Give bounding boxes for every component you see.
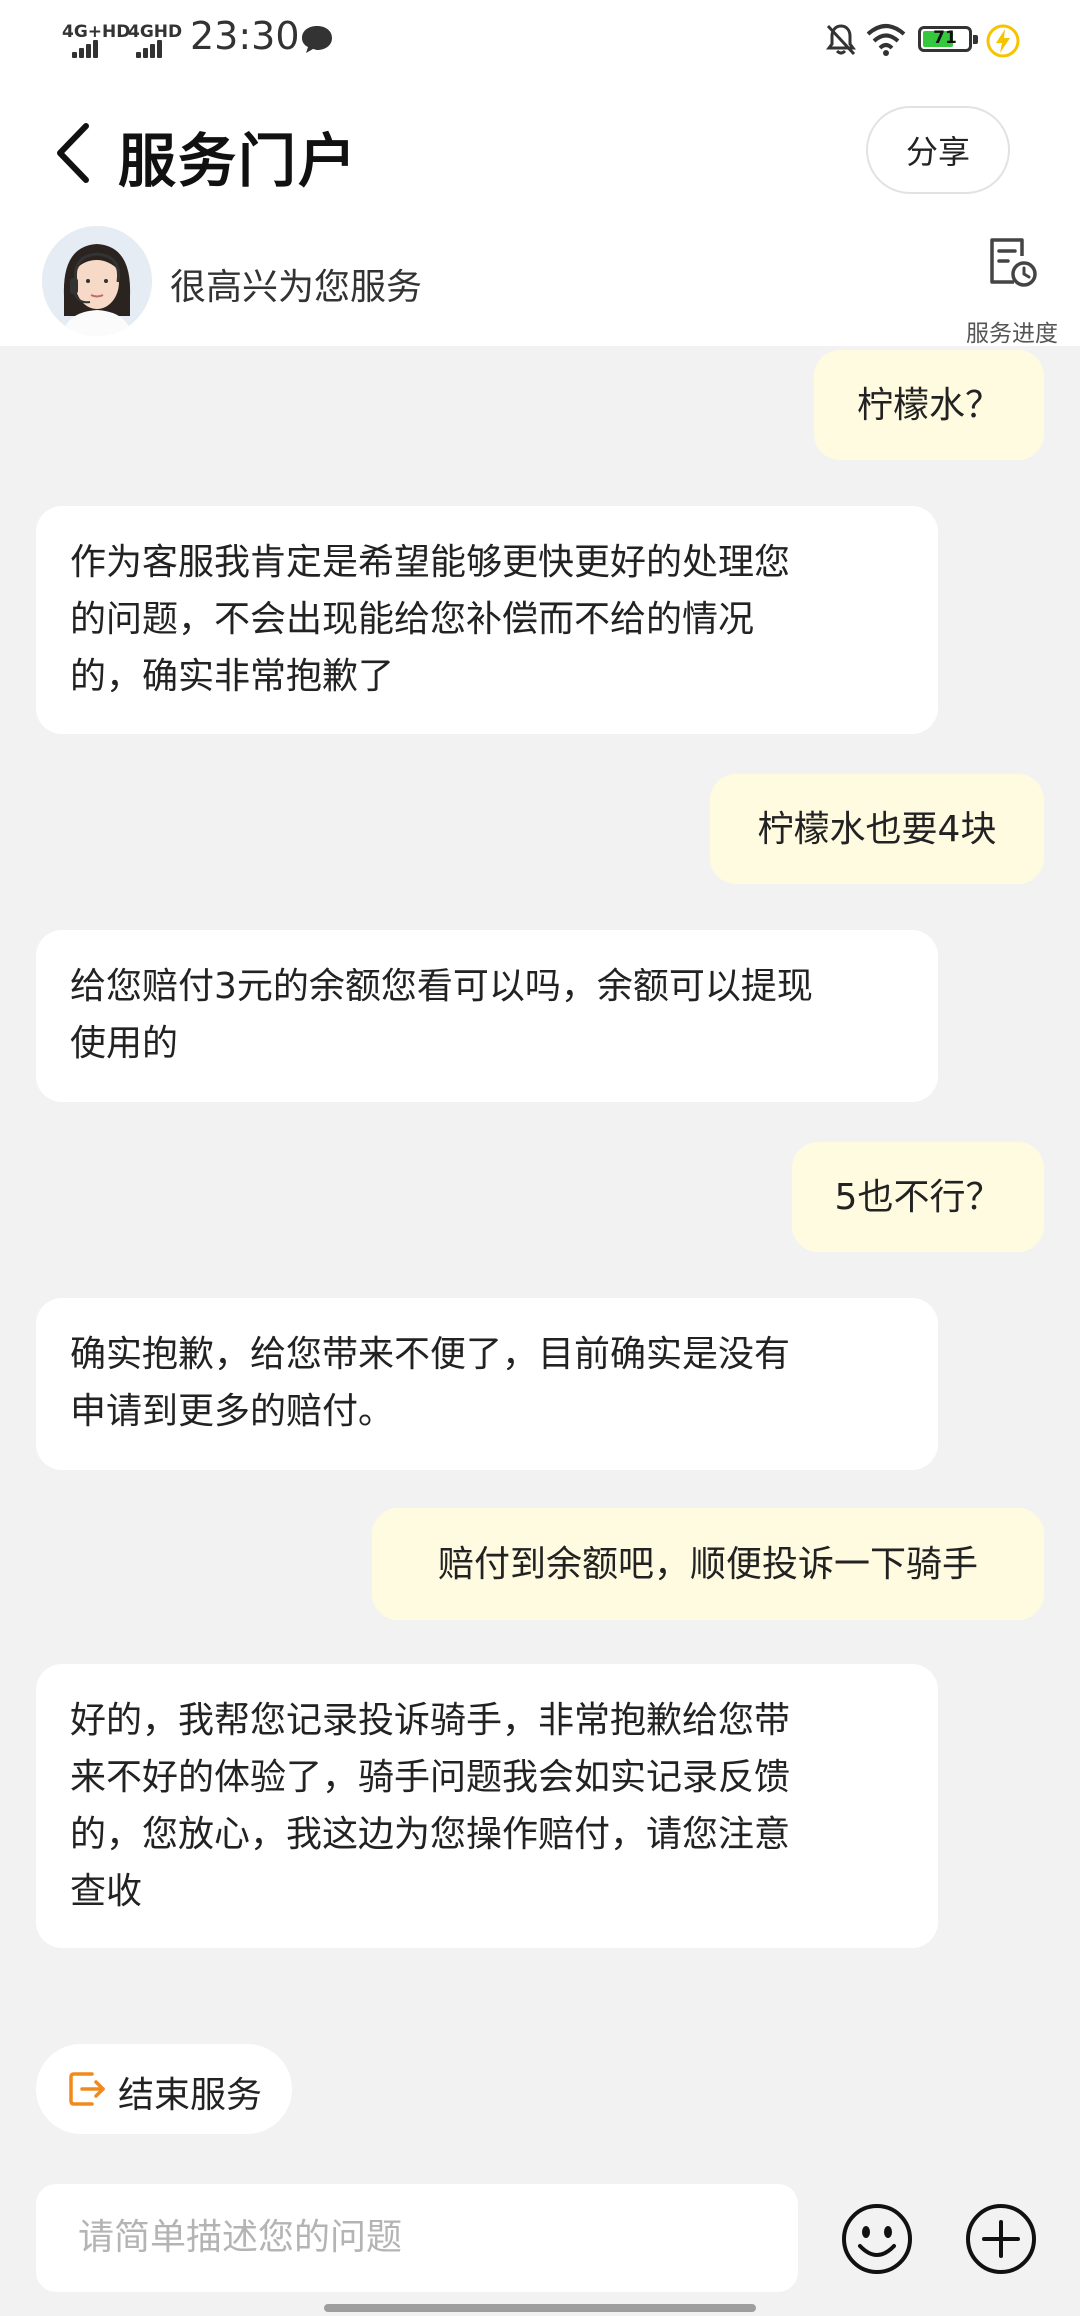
message-bubble-user: 柠檬水也要4块 [710,774,1044,884]
message-bubble-user: 柠檬水？ [814,350,1044,460]
signal-icon-2 [136,38,166,58]
agent-greeting: 很高兴为您服务 [170,267,423,308]
wifi-icon [866,24,906,56]
charging-icon [986,24,1020,58]
service-progress-label: 服务进度 [966,321,1058,347]
message-text: 柠檬水？ [856,384,1001,426]
message-bubble-user: 赔付到余额吧，顺便投诉一下骑手 [372,1508,1044,1620]
emoji-icon[interactable] [840,2202,914,2276]
signal-icon-1 [72,38,102,58]
bottom-bar: 结束服务 [0,2016,1080,2316]
clock: 23:30 [190,14,300,58]
message-text: 柠檬水也要4块 [757,808,997,850]
share-button[interactable]: 分享 [866,106,1010,194]
back-chevron-icon[interactable] [50,120,96,186]
agent-avatar [42,226,152,336]
message-bubble-user: 5也不行？ [792,1142,1044,1252]
message-line: 查收 [70,1871,143,1912]
service-progress-button[interactable]: 服务进度 [952,234,1072,347]
message-line: 给您赔付3元的余额您看可以吗，余额可以提现 [70,966,813,1007]
service-progress-icon [990,238,1037,287]
message-line: 确实抱歉，给您带来不便了，目前确实是没有 [70,1334,791,1375]
message-line: 的，确实非常抱歉了 [70,656,395,697]
message-bubble-agent: 作为客服我肯定是希望能够更快更好的处理您 的问题，不会出现能给您补偿而不给的情况… [36,506,938,734]
header: 服务门户 分享 [0,84,1080,220]
bell-off-icon [826,24,856,56]
message-text: 5也不行？ [834,1176,1002,1218]
message-line: 申请到更多的赔付。 [70,1391,395,1432]
message-line: 好的，我帮您记录投诉骑手，非常抱歉给您带 [70,1700,791,1741]
message-line: 的问题，不会出现能给您补偿而不给的情况 [70,599,755,640]
battery-level: 71 [933,28,957,48]
message-line: 使用的 [70,1023,179,1064]
end-service-label: 结束服务 [118,2075,263,2116]
message-bubble-agent: 确实抱歉，给您带来不便了，目前确实是没有 申请到更多的赔付。 [36,1298,938,1470]
message-bubble-agent: 给您赔付3元的余额您看可以吗，余额可以提现 使用的 [36,930,938,1102]
message-bubble-agent: 好的，我帮您记录投诉骑手，非常抱歉给您带 来不好的体验了，骑手问题我会如实记录反… [36,1664,938,1948]
end-service-icon [69,2072,105,2106]
agent-bar: 很高兴为您服务 服务进度 [0,220,1080,347]
chat-list[interactable]: 柠檬水？ 作为客服我肯定是希望能够更快更好的处理您 的问题，不会出现能给您补偿而… [0,346,1080,2016]
message-input[interactable] [36,2184,798,2292]
message-line: 来不好的体验了，骑手问题我会如实记录反馈 [70,1757,791,1798]
message-text: 赔付到余额吧，顺便投诉一下骑手 [437,1543,978,1585]
message-bubble-icon [302,26,332,53]
app-screen: 4G+HD 4GHD 23:30 71 服务门户 分享 很高兴为您服务 服务进度… [0,0,1080,2316]
message-line: 作为客服我肯定是希望能够更快更好的处理您 [70,542,791,583]
home-indicator[interactable] [324,2304,756,2312]
battery-icon: 71 [918,26,978,52]
plus-icon[interactable] [964,2202,1038,2276]
status-bar: 4G+HD 4GHD 23:30 71 [0,0,1080,84]
end-service-button[interactable]: 结束服务 [36,2044,292,2134]
page-title: 服务门户 [118,127,359,195]
message-line: 的，您放心，我这边为您操作赔付，请您注意 [70,1814,791,1855]
